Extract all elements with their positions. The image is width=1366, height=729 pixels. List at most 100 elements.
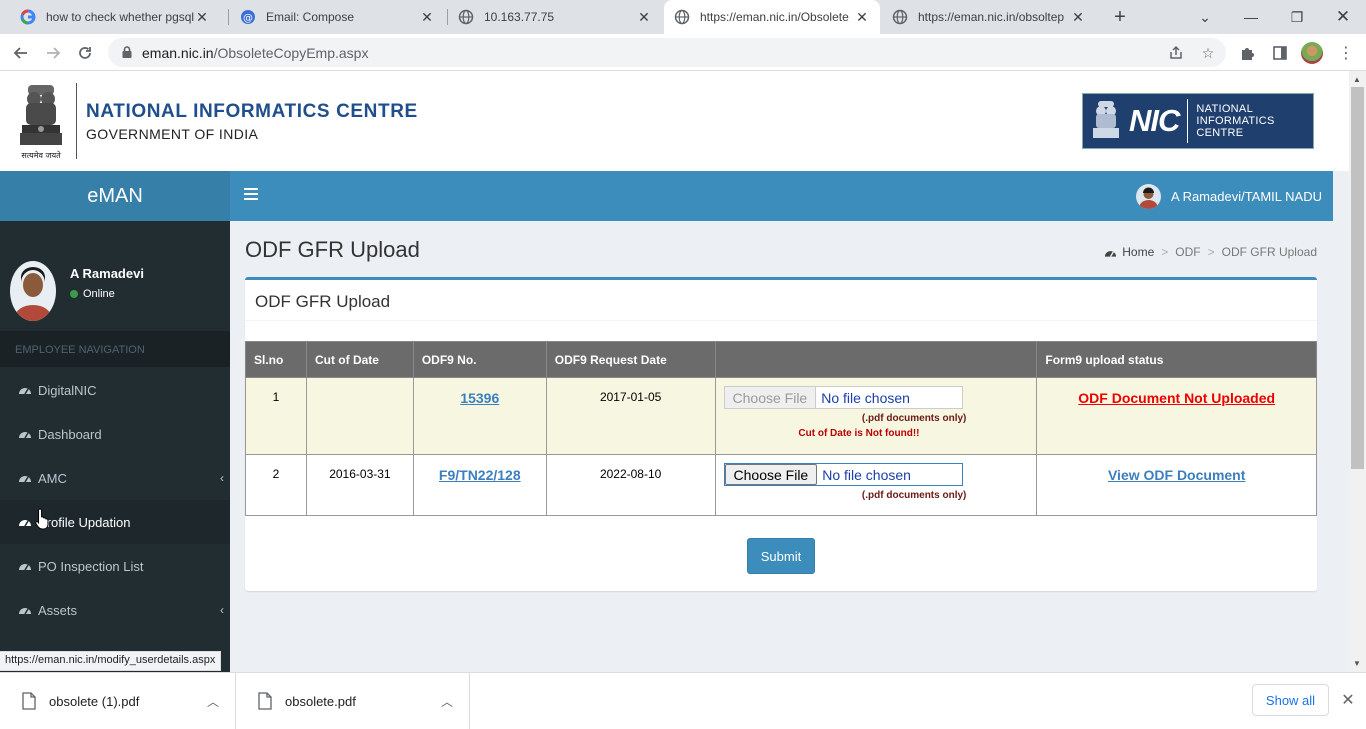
browser-tab[interactable]: https://eman.nic.in/obsoltep ✕: [882, 0, 1096, 34]
scroll-down-icon[interactable]: ▼: [1353, 659, 1361, 668]
chevron-left-icon: ‹: [220, 471, 224, 485]
request-date-cell: 2017-01-05: [545, 377, 716, 455]
minimize-icon[interactable]: —: [1228, 0, 1274, 34]
new-tab-icon[interactable]: +: [1108, 5, 1132, 29]
tab-title: Email: Compose: [266, 10, 355, 24]
restore-icon[interactable]: ❐: [1274, 0, 1320, 34]
odf9-no-cell: F9/TN22/128: [412, 454, 547, 516]
breadcrumb-odf-link[interactable]: ODF: [1175, 245, 1200, 259]
close-icon[interactable]: ✕: [854, 9, 870, 25]
column-header: ODF9 Request Date: [545, 341, 716, 378]
browser-tab[interactable]: 10.163.77.75 ✕: [448, 0, 662, 34]
request-date-cell: 2022-08-10: [545, 454, 716, 516]
dashboard-gauge-icon: [19, 520, 31, 527]
table-row: 1 15396 2017-01-05 Choose File No file c…: [245, 377, 1317, 455]
file-status-text: No file chosen: [821, 389, 910, 406]
submit-button[interactable]: Submit: [747, 538, 815, 574]
choose-file-button[interactable]: Choose File: [724, 387, 817, 408]
file-upload-cell: Choose File No file chosen (.pdf documen…: [714, 454, 1038, 516]
tab-search-icon[interactable]: ⌄: [1182, 0, 1228, 34]
online-dot-icon: [70, 290, 78, 298]
upload-status-link[interactable]: ODF Document Not Uploaded: [1078, 390, 1275, 406]
header-divider: [76, 83, 77, 159]
sidebar-item-amc[interactable]: AMC ‹: [0, 456, 230, 500]
dashboard-gauge-icon: [19, 608, 31, 615]
national-emblem-icon: सत्यमेव जयते: [14, 81, 68, 161]
browser-tab[interactable]: how to check whether pgsql ✕: [10, 0, 220, 34]
choose-file-button[interactable]: Choose File: [724, 464, 818, 485]
svg-text:सत्यमेव जयते: सत्यमेव जयते: [21, 150, 61, 160]
chevron-up-icon[interactable]: ︿: [441, 693, 453, 710]
forward-arrow-icon[interactable]: [40, 40, 66, 66]
browser-toolbar: eman.nic.in/ObsoleteCopyEmp.aspx ☆ ⋮: [0, 34, 1366, 71]
file-icon: [22, 692, 36, 710]
breadcrumb-home-link[interactable]: Home: [1122, 245, 1154, 259]
sidebar-item-assets[interactable]: Assets ‹: [0, 588, 230, 632]
upload-box: ODF GFR Upload Sl.no Cut of Date ODF9 No…: [245, 277, 1317, 591]
reload-icon[interactable]: [72, 40, 98, 66]
browser-tab-strip: how to check whether pgsql ✕ @ Email: Co…: [0, 0, 1366, 34]
brand-logo[interactable]: eMAN: [0, 171, 230, 221]
globe-icon: [892, 9, 908, 25]
file-input[interactable]: Choose File No file chosen: [723, 386, 963, 409]
cut-date-cell: 2016-03-31: [305, 454, 414, 516]
odf9-number-link[interactable]: F9/TN22/128: [439, 467, 521, 483]
pdf-only-note: (.pdf documents only): [861, 413, 967, 424]
sidebar-item-po-inspection-list[interactable]: PO Inspection List: [0, 544, 230, 588]
view-odf-document-link[interactable]: View ODF Document: [1108, 467, 1245, 483]
status-url-bubble: https://eman.nic.in/modify_userdetails.a…: [0, 651, 222, 671]
close-icon[interactable]: ✕: [1338, 690, 1358, 710]
column-header: ODF9 No.: [412, 341, 547, 378]
dashboard-gauge-icon: [19, 432, 31, 439]
user-avatar[interactable]: [1136, 184, 1161, 209]
close-icon[interactable]: ✕: [636, 9, 652, 25]
hamburger-menu-icon[interactable]: [244, 188, 258, 204]
google-icon: [20, 9, 36, 25]
share-icon[interactable]: [1168, 45, 1184, 61]
extensions-icon[interactable]: [1238, 43, 1258, 63]
scroll-up-icon[interactable]: ▲: [1353, 75, 1361, 84]
url-text: eman.nic.in/ObsoleteCopyEmp.aspx: [142, 45, 369, 61]
address-bar[interactable]: eman.nic.in/ObsoleteCopyEmp.aspx ☆: [108, 38, 1226, 67]
window-close-icon[interactable]: ✕: [1320, 0, 1366, 34]
kebab-menu-icon[interactable]: ⋮: [1336, 43, 1356, 63]
chevron-up-icon[interactable]: ︿: [207, 693, 219, 710]
nic-logo: NIC NATIONAL INFORMATICS CENTRE: [1082, 93, 1314, 149]
file-input[interactable]: Choose File No file chosen: [723, 463, 963, 486]
box-title: ODF GFR Upload: [255, 292, 391, 311]
back-arrow-icon[interactable]: [8, 40, 34, 66]
sidebar-item-dashboard[interactable]: Dashboard: [0, 412, 230, 456]
tab-divider: [228, 9, 229, 25]
page-scrollbar[interactable]: ▲ ▼: [1349, 71, 1366, 672]
close-icon[interactable]: ✕: [194, 9, 210, 25]
chevron-left-icon: ‹: [220, 603, 224, 617]
sidebar-item-digitalnic[interactable]: DigitalNIC: [0, 368, 230, 412]
column-header: Cut of Date: [305, 341, 414, 378]
table-header-row: Sl.no Cut of Date ODF9 No. ODF9 Request …: [245, 341, 1317, 378]
download-filename: obsolete (1).pdf: [49, 693, 140, 709]
scrollbar-thumb[interactable]: [1351, 87, 1364, 469]
nic-logo-subtitle: NATIONAL INFORMATICS CENTRE: [1196, 103, 1275, 139]
show-all-button[interactable]: Show all: [1252, 684, 1329, 716]
side-panel-icon[interactable]: [1270, 43, 1290, 63]
tab-title: https://eman.nic.in/obsoltep: [918, 10, 1065, 24]
close-icon[interactable]: ✕: [1070, 9, 1086, 25]
status-cell: View ODF Document: [1036, 454, 1317, 516]
profile-avatar-icon[interactable]: [1301, 42, 1323, 64]
tab-title: 10.163.77.75: [484, 10, 555, 24]
close-icon[interactable]: ✕: [419, 9, 435, 25]
org-name: NATIONAL INFORMATICS CENTRE: [86, 101, 418, 122]
browser-tab-active[interactable]: https://eman.nic.in/Obsolete ✕: [664, 0, 880, 34]
user-menu-label[interactable]: A Ramadevi/TAMIL NADU: [1171, 189, 1322, 204]
browser-tab[interactable]: @ Email: Compose ✕: [230, 0, 445, 34]
table-row: 2 2016-03-31 F9/TN22/128 2022-08-10 Choo…: [245, 454, 1317, 516]
download-item[interactable]: obsolete.pdf ︿: [236, 673, 470, 729]
user-name: A Ramadevi: [70, 266, 144, 281]
odf9-number-link[interactable]: 15396: [460, 390, 499, 406]
tab-title: https://eman.nic.in/Obsolete: [700, 10, 849, 24]
bookmark-star-icon[interactable]: ☆: [1200, 45, 1216, 61]
download-item[interactable]: obsolete (1).pdf ︿: [0, 673, 236, 729]
online-status: Online: [70, 288, 115, 300]
lock-icon[interactable]: [120, 45, 134, 59]
download-shelf: obsolete (1).pdf ︿ obsolete.pdf ︿ Show a…: [0, 672, 1366, 729]
